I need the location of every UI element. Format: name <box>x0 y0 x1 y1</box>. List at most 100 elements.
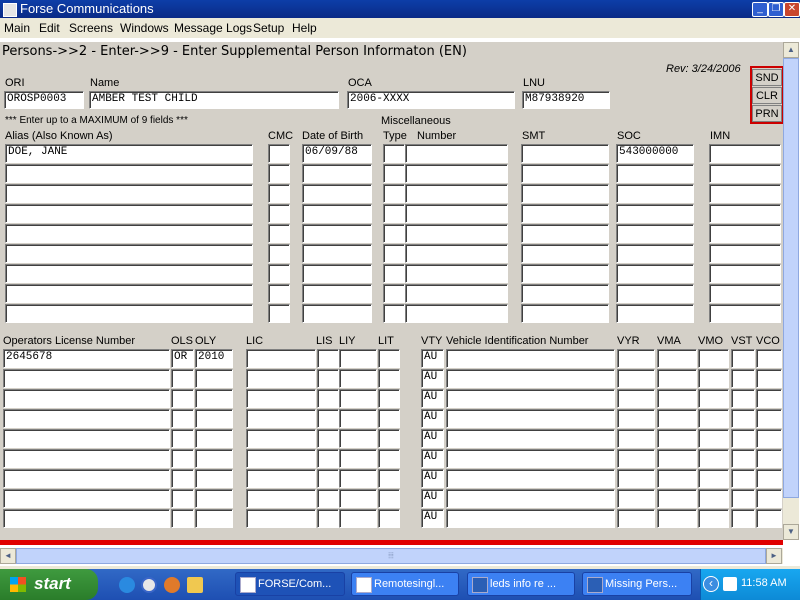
license-vty-field[interactable]: AU <box>421 489 444 508</box>
person-cmc-field[interactable] <box>268 144 290 163</box>
person-dob-field[interactable]: 06/09/88 <box>302 144 372 163</box>
person-alias-field[interactable]: DOE, JANE <box>5 144 253 163</box>
person-alias-field[interactable] <box>5 244 253 263</box>
person-alias-field[interactable] <box>5 184 253 203</box>
person-number-field[interactable] <box>405 164 508 183</box>
task-remotesingle[interactable]: Remotesingl... <box>351 572 459 596</box>
license-lit-field[interactable] <box>378 429 400 448</box>
license-vyr-field[interactable] <box>617 489 655 508</box>
vertical-scrollbar[interactable]: ▲ ▼ <box>783 42 799 540</box>
license-vco-field[interactable] <box>756 509 782 528</box>
person-type-field[interactable] <box>383 264 405 283</box>
license-vst-field[interactable] <box>731 349 755 368</box>
ori-field[interactable]: OROSP0003 <box>4 91 84 109</box>
person-smt-field[interactable] <box>521 304 609 323</box>
license-oln-field[interactable] <box>3 509 170 528</box>
license-vst-field[interactable] <box>731 489 755 508</box>
person-cmc-field[interactable] <box>268 164 290 183</box>
person-smt-field[interactable] <box>521 144 609 163</box>
license-lit-field[interactable] <box>378 449 400 468</box>
network-icon[interactable] <box>723 577 737 591</box>
license-ols-field[interactable] <box>171 449 194 468</box>
close-button[interactable]: ✕ <box>784 2 800 17</box>
ie-icon[interactable] <box>119 577 135 593</box>
license-oly-field[interactable] <box>195 469 233 488</box>
person-soc-field[interactable] <box>616 284 694 303</box>
person-alias-field[interactable] <box>5 284 253 303</box>
person-dob-field[interactable] <box>302 244 372 263</box>
person-imn-field[interactable] <box>709 184 781 203</box>
license-oly-field[interactable] <box>195 389 233 408</box>
license-vst-field[interactable] <box>731 389 755 408</box>
person-soc-field[interactable] <box>616 244 694 263</box>
license-oln-field[interactable] <box>3 489 170 508</box>
license-vst-field[interactable] <box>731 429 755 448</box>
person-dob-field[interactable] <box>302 264 372 283</box>
person-number-field[interactable] <box>405 304 508 323</box>
license-lic-field[interactable] <box>246 509 316 528</box>
license-lic-field[interactable] <box>246 389 316 408</box>
firefox-icon[interactable] <box>164 577 180 593</box>
license-lic-field[interactable] <box>246 489 316 508</box>
person-cmc-field[interactable] <box>268 204 290 223</box>
person-alias-field[interactable] <box>5 224 253 243</box>
license-oly-field[interactable] <box>195 449 233 468</box>
vertical-scroll-thumb[interactable] <box>783 58 799 498</box>
start-button[interactable]: start <box>0 569 98 600</box>
menu-edit[interactable]: Edit <box>39 21 60 35</box>
license-vin-field[interactable] <box>446 489 615 508</box>
license-vst-field[interactable] <box>731 369 755 388</box>
license-lit-field[interactable] <box>378 509 400 528</box>
license-ols-field[interactable] <box>171 489 194 508</box>
license-vmo-field[interactable] <box>698 409 729 428</box>
license-vmo-field[interactable] <box>698 489 729 508</box>
license-vco-field[interactable] <box>756 449 782 468</box>
person-dob-field[interactable] <box>302 184 372 203</box>
person-dob-field[interactable] <box>302 164 372 183</box>
license-vmo-field[interactable] <box>698 389 729 408</box>
person-imn-field[interactable] <box>709 284 781 303</box>
license-lis-field[interactable] <box>317 349 339 368</box>
license-vma-field[interactable] <box>657 349 697 368</box>
person-dob-field[interactable] <box>302 304 372 323</box>
license-vyr-field[interactable] <box>617 509 655 528</box>
license-lit-field[interactable] <box>378 369 400 388</box>
license-lit-field[interactable] <box>378 489 400 508</box>
license-vty-field[interactable]: AU <box>421 449 444 468</box>
license-oln-field[interactable] <box>3 409 170 428</box>
license-vyr-field[interactable] <box>617 389 655 408</box>
license-oln-field[interactable] <box>3 429 170 448</box>
person-cmc-field[interactable] <box>268 184 290 203</box>
lnu-field[interactable]: M87938920 <box>522 91 610 109</box>
license-oly-field[interactable] <box>195 509 233 528</box>
person-alias-field[interactable] <box>5 204 253 223</box>
license-vin-field[interactable] <box>446 349 615 368</box>
task-leds-info[interactable]: leds info re ... <box>467 572 575 596</box>
license-liy-field[interactable] <box>339 389 377 408</box>
person-number-field[interactable] <box>405 204 508 223</box>
horizontal-scroll-thumb[interactable]: ⦙⦙⦙ <box>16 548 766 564</box>
person-number-field[interactable] <box>405 284 508 303</box>
license-liy-field[interactable] <box>339 509 377 528</box>
person-number-field[interactable] <box>405 184 508 203</box>
person-soc-field[interactable] <box>616 184 694 203</box>
license-oln-field[interactable] <box>3 449 170 468</box>
license-vty-field[interactable]: AU <box>421 369 444 388</box>
license-vco-field[interactable] <box>756 389 782 408</box>
license-vty-field[interactable]: AU <box>421 389 444 408</box>
menu-main[interactable]: Main <box>4 21 30 35</box>
license-oly-field[interactable] <box>195 429 233 448</box>
license-liy-field[interactable] <box>339 469 377 488</box>
person-number-field[interactable] <box>405 224 508 243</box>
license-vco-field[interactable] <box>756 469 782 488</box>
license-lic-field[interactable] <box>246 469 316 488</box>
print-button[interactable]: PRN <box>752 105 782 122</box>
person-smt-field[interactable] <box>521 184 609 203</box>
person-type-field[interactable] <box>383 204 405 223</box>
person-imn-field[interactable] <box>709 204 781 223</box>
license-lic-field[interactable] <box>246 369 316 388</box>
license-vyr-field[interactable] <box>617 429 655 448</box>
license-oln-field[interactable] <box>3 369 170 388</box>
license-vyr-field[interactable] <box>617 409 655 428</box>
person-cmc-field[interactable] <box>268 304 290 323</box>
